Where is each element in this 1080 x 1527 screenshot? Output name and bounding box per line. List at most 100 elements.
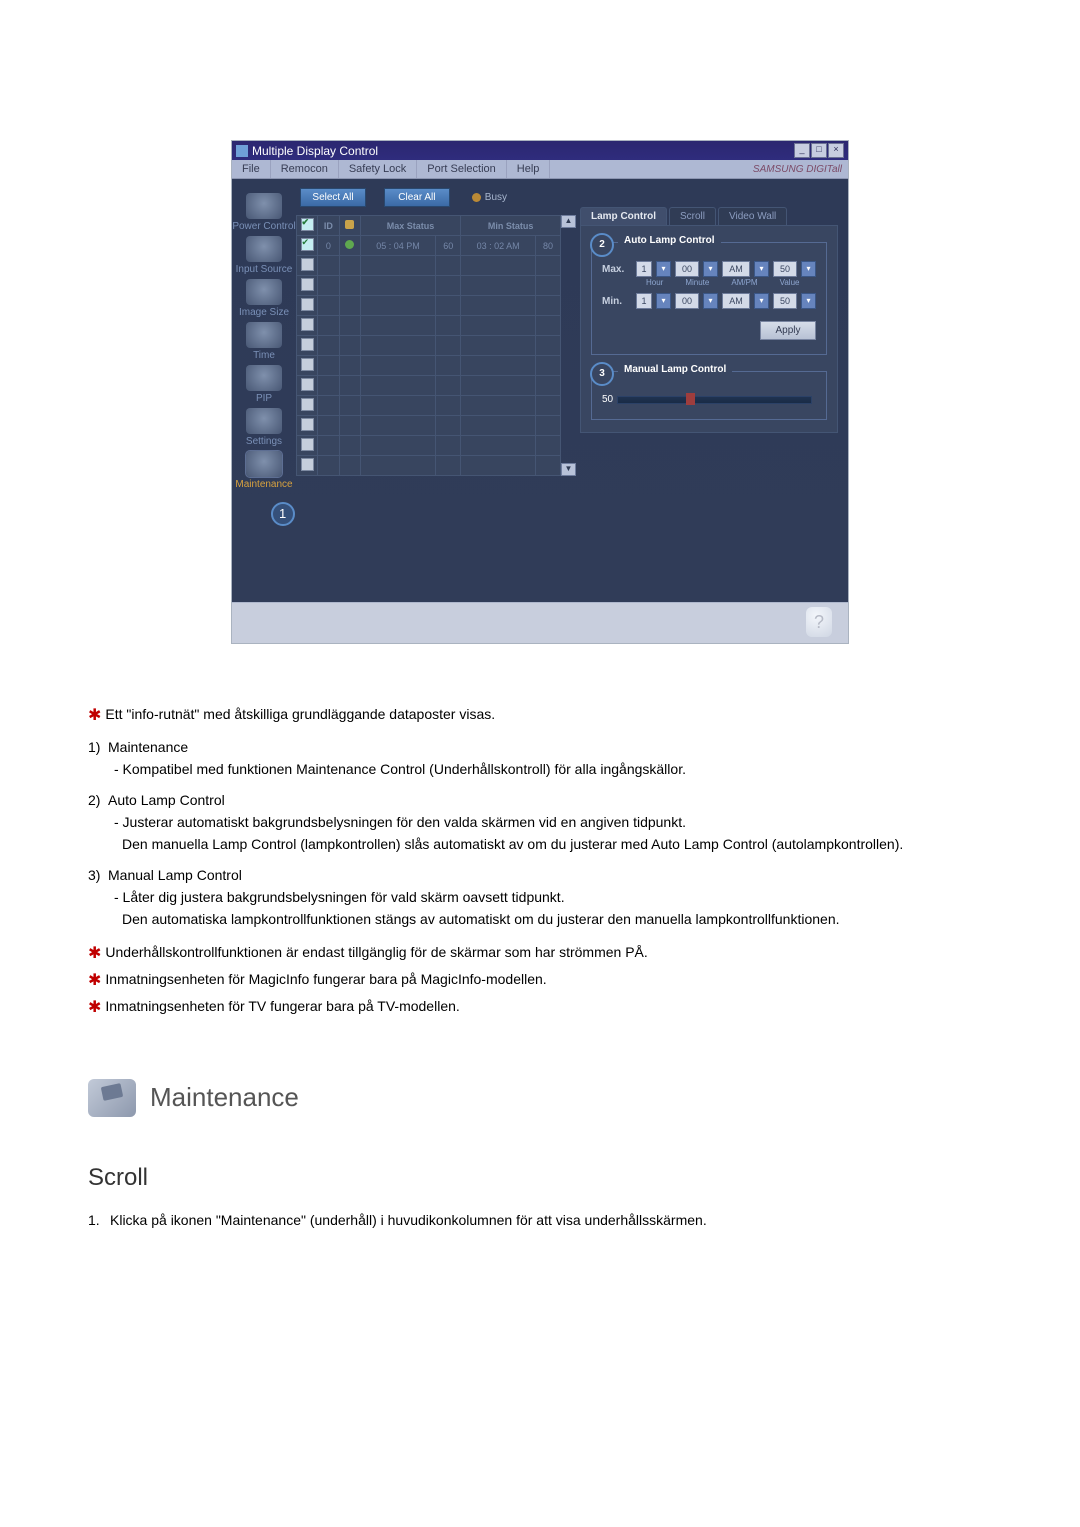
maintenance-section-icon xyxy=(88,1079,136,1117)
right-pane: Lamp Control Scroll Video Wall 2 Auto La… xyxy=(574,179,848,602)
table-row xyxy=(297,436,561,456)
cell-max-time: 05 : 04 PM xyxy=(360,236,435,256)
intro-text: Ett "info-rutnät" med åtskilliga grundlä… xyxy=(105,706,495,722)
slider-thumb[interactable] xyxy=(686,393,695,405)
minimize-icon[interactable]: _ xyxy=(794,143,810,158)
max-value-input[interactable]: 50 xyxy=(773,261,797,277)
dropdown-icon[interactable]: ▾ xyxy=(703,261,718,277)
max-ampm-select[interactable]: AM xyxy=(722,261,750,277)
dropdown-icon[interactable]: ▾ xyxy=(754,293,769,309)
grid-scrollbar[interactable]: ▲ ▼ xyxy=(561,215,574,476)
step-1: 1.Klicka på ikonen "Maintenance" (underh… xyxy=(88,1210,992,1230)
max-label: Max. xyxy=(602,264,632,275)
tabs: Lamp Control Scroll Video Wall xyxy=(580,207,838,225)
time-icon xyxy=(246,322,282,348)
menu-remocon[interactable]: Remocon xyxy=(271,160,339,178)
dropdown-icon[interactable]: ▾ xyxy=(801,293,816,309)
tab-scroll[interactable]: Scroll xyxy=(669,207,716,225)
item-2-desc-a: - Justerar automatiskt bakgrundsbelysnin… xyxy=(114,812,992,832)
bullet-star-icon: ✱ xyxy=(88,707,101,724)
sidebar-item-pip[interactable]: PIP xyxy=(246,365,282,404)
auto-lamp-min-row: Min. 1 ▾ 00 ▾ AM ▾ 50 ▾ xyxy=(602,293,816,309)
busy-icon xyxy=(472,193,481,202)
close-icon[interactable]: × xyxy=(828,143,844,158)
tab-lamp-control[interactable]: Lamp Control xyxy=(580,207,667,225)
auto-lamp-sublabels: HourMinuteAM/PMValue xyxy=(646,278,816,287)
notes: ✱Underhållskontrollfunktionen är endast … xyxy=(88,942,992,1020)
auto-lamp-max-row: Max. 1 ▾ 00 ▾ AM ▾ 50 ▾ xyxy=(602,261,816,277)
note-1: Underhållskontrollfunktionen är endast t… xyxy=(105,944,647,960)
device-grid: ID Max Status Min Status 0 05 : 04 PM 60… xyxy=(296,215,561,476)
dropdown-icon[interactable]: ▾ xyxy=(703,293,718,309)
menu-file[interactable]: File xyxy=(232,160,271,178)
sidebar-item-input[interactable]: Input Source xyxy=(236,236,293,275)
table-row xyxy=(297,456,561,476)
cell-max-value: 60 xyxy=(436,236,461,256)
manual-lamp-slider-row: 50 xyxy=(602,394,816,405)
table-row xyxy=(297,356,561,376)
bullet-star-icon: ✱ xyxy=(88,945,101,962)
manual-lamp-slider[interactable] xyxy=(617,396,812,404)
auto-lamp-fieldset: 2 Auto Lamp Control Max. 1 ▾ 00 ▾ AM ▾ 5… xyxy=(591,242,827,355)
min-minute-input[interactable]: 00 xyxy=(675,293,699,309)
app-icon xyxy=(236,145,248,157)
sidebar-item-power[interactable]: Power Control xyxy=(232,193,295,232)
max-minute-input[interactable]: 00 xyxy=(675,261,699,277)
item-2-title: Auto Lamp Control xyxy=(108,792,225,808)
note-2: Inmatningsenheten för MagicInfo fungerar… xyxy=(105,971,546,987)
grid-pane: Select All Clear All Busy ID Max Status … xyxy=(296,179,574,602)
brand-logo: SAMSUNG DIGITall xyxy=(753,164,842,175)
dropdown-icon[interactable]: ▾ xyxy=(656,261,671,277)
dropdown-icon[interactable]: ▾ xyxy=(656,293,671,309)
sidebar-item-time[interactable]: Time xyxy=(246,322,282,361)
sidebar-item-image[interactable]: Image Size xyxy=(239,279,289,318)
col-min-status: Min Status xyxy=(461,216,561,236)
table-row xyxy=(297,396,561,416)
image-icon xyxy=(246,279,282,305)
busy-indicator: Busy xyxy=(472,192,507,203)
lamp-control-panel: 2 Auto Lamp Control Max. 1 ▾ 00 ▾ AM ▾ 5… xyxy=(580,225,838,433)
statusbar: ? xyxy=(232,602,848,643)
min-hour-input[interactable]: 1 xyxy=(636,293,652,309)
clear-all-button[interactable]: Clear All xyxy=(384,188,450,207)
app-window: Multiple Display Control _ □ × File Remo… xyxy=(231,140,849,644)
sidebar-item-maintenance[interactable]: Maintenance 1 xyxy=(235,451,292,490)
cell-min-time: 03 : 02 AM xyxy=(461,236,536,256)
apply-button[interactable]: Apply xyxy=(760,321,816,340)
cell-id: 0 xyxy=(318,236,340,256)
callout-2: 2 xyxy=(590,233,614,257)
col-max-status: Max Status xyxy=(360,216,460,236)
menu-help[interactable]: Help xyxy=(507,160,551,178)
titlebar: Multiple Display Control _ □ × xyxy=(232,141,848,160)
table-row xyxy=(297,376,561,396)
min-label: Min. xyxy=(602,296,632,307)
callout-3: 3 xyxy=(590,362,614,386)
scroll-subheader: Scroll xyxy=(88,1161,992,1196)
dropdown-icon[interactable]: ▾ xyxy=(801,261,816,277)
col-id: ID xyxy=(318,216,340,236)
maintenance-section-title: Maintenance xyxy=(150,1079,299,1117)
max-hour-input[interactable]: 1 xyxy=(636,261,652,277)
sidebar-item-settings[interactable]: Settings xyxy=(246,408,282,447)
item-2-desc-b: Den manuella Lamp Control (lampkontrolle… xyxy=(122,834,992,854)
table-row xyxy=(297,316,561,336)
cell-min-value: 80 xyxy=(536,236,561,256)
help-icon[interactable]: ? xyxy=(806,607,832,637)
menu-port-selection[interactable]: Port Selection xyxy=(417,160,506,178)
table-row[interactable]: 0 05 : 04 PM 60 03 : 02 AM 80 xyxy=(297,236,561,256)
min-ampm-select[interactable]: AM xyxy=(722,293,750,309)
table-row xyxy=(297,336,561,356)
menu-safety-lock[interactable]: Safety Lock xyxy=(339,160,417,178)
item-3-desc-a: - Låter dig justera bakgrundsbelysningen… xyxy=(114,887,992,907)
document-body: ✱Ett "info-rutnät" med åtskilliga grundl… xyxy=(88,704,992,1230)
dropdown-icon[interactable]: ▾ xyxy=(754,261,769,277)
bullet-star-icon: ✱ xyxy=(88,972,101,989)
min-value-input[interactable]: 50 xyxy=(773,293,797,309)
row-checkbox[interactable] xyxy=(301,238,314,251)
section-header: Maintenance xyxy=(88,1079,992,1117)
select-all-button[interactable]: Select All xyxy=(300,188,366,207)
maximize-icon[interactable]: □ xyxy=(811,143,827,158)
tab-video-wall[interactable]: Video Wall xyxy=(718,207,787,225)
col-check[interactable] xyxy=(297,216,318,236)
manual-value: 50 xyxy=(602,394,613,405)
